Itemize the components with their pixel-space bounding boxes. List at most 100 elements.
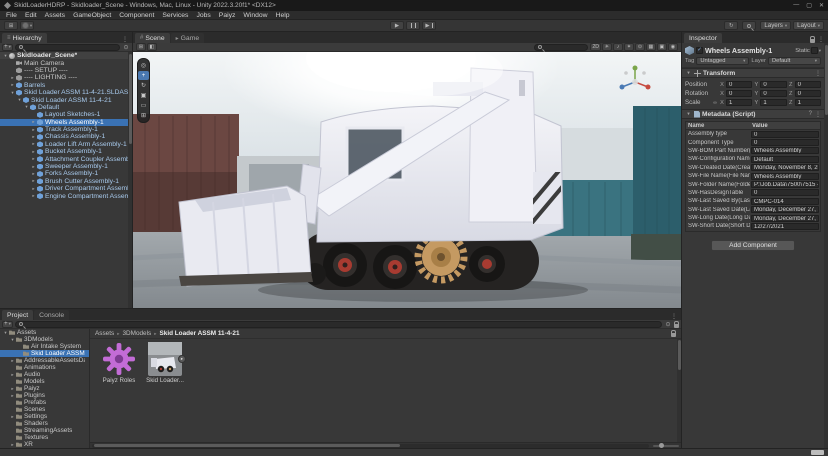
menu-gameobject[interactable]: GameObject	[69, 12, 115, 19]
expand-arrow-icon[interactable]: ▾	[2, 53, 9, 59]
layer-dropdown[interactable]: Default▾	[768, 57, 821, 65]
scene-search-input[interactable]	[534, 44, 588, 51]
expand-arrow-icon[interactable]: ▸	[30, 156, 37, 162]
tree-item[interactable]: ▸AddressableAssetsData	[0, 357, 89, 364]
tree-item[interactable]: ▸Plugins	[0, 392, 89, 399]
tree-item[interactable]: ▸Sweeper Assembly-1	[0, 163, 132, 170]
scene-viewport[interactable]: ◎+↻▣▭⊞	[133, 52, 681, 308]
lighting-toggle[interactable]: ☀	[602, 43, 612, 51]
tree-item[interactable]: ▾Skid Loader ASSM 11-4-21.SLDASM	[0, 89, 132, 96]
scale-tool[interactable]: ▣	[138, 91, 149, 100]
tree-item[interactable]: ▸Chassis Assembly-1	[0, 133, 132, 140]
static-dropdown-icon[interactable]: ▾	[819, 48, 821, 54]
project-search-input[interactable]	[15, 321, 662, 328]
tree-item[interactable]: ▸Paiyz	[0, 385, 89, 392]
create-dropdown[interactable]: +▾	[2, 44, 13, 51]
menu-help[interactable]: Help	[272, 12, 294, 19]
metadata-value-field[interactable]: Wheels Assembly	[751, 173, 819, 180]
tree-item[interactable]: ▸Wheels Assembly-1	[0, 119, 132, 126]
position-z-field[interactable]: 0	[795, 81, 821, 88]
tree-item[interactable]: ▸Settings	[0, 413, 89, 420]
metadata-value-field[interactable]: CMPC-014	[751, 198, 819, 205]
rotation-y-field[interactable]: 0	[760, 90, 786, 97]
metadata-value-field[interactable]: P:\Job.Data\7500\7515 - L	[751, 181, 819, 188]
scale-y-field[interactable]: 1	[760, 99, 786, 106]
menu-window[interactable]: Window	[239, 12, 271, 19]
rotation-x-field[interactable]: 0	[726, 90, 752, 97]
kebab-icon[interactable]: ⋮	[818, 36, 824, 43]
gizmos-dropdown[interactable]: ◉	[668, 43, 678, 51]
menu-file[interactable]: File	[2, 12, 21, 19]
undo-history-icon[interactable]: ↻	[724, 21, 738, 30]
transform-tool[interactable]: ⊞	[138, 111, 149, 120]
view-tool[interactable]: ◎	[138, 61, 149, 70]
account-button[interactable]: ▾	[20, 21, 34, 30]
expand-arrow-icon[interactable]: ▸	[30, 141, 37, 147]
expand-arrow-icon[interactable]: ▸	[30, 127, 37, 133]
menu-services[interactable]: Services	[158, 12, 192, 19]
grid-toggle[interactable]: ▦	[646, 43, 656, 51]
expand-arrow-icon[interactable]: ▾	[9, 337, 16, 343]
tree-item[interactable]: ▾Skidloader_Scene*	[0, 52, 132, 59]
tree-item[interactable]: ---- SETUP ----	[0, 67, 132, 74]
expand-arrow-icon[interactable]: ▸	[9, 82, 16, 88]
maximize-button[interactable]: ▢	[806, 2, 812, 9]
tree-item[interactable]: Layout Sketches-1	[0, 111, 132, 118]
help-icon[interactable]: ?	[809, 111, 812, 118]
tree-item[interactable]: ▸Track Assembly-1	[0, 126, 132, 133]
metadata-value-field[interactable]: Default	[751, 156, 819, 163]
thumbnail-size-slider[interactable]	[653, 445, 679, 447]
tree-item[interactable]: ▸XR	[0, 441, 89, 448]
expand-arrow-icon[interactable]: ▾	[2, 330, 9, 336]
metadata-value-field[interactable]: Monday, November 8, 202	[751, 164, 819, 171]
scene-visibility-toggle[interactable]: ⊙	[635, 43, 645, 51]
step-button[interactable]: ▶	[422, 21, 436, 30]
tree-item[interactable]: Shaders	[0, 420, 89, 427]
layout-dropdown[interactable]: Layout▾	[793, 21, 824, 30]
expand-arrow-icon[interactable]: ▾	[23, 104, 30, 110]
expand-arrow-icon[interactable]: ▸	[9, 75, 16, 81]
tree-item[interactable]: ▾Assets	[0, 329, 89, 336]
rotate-tool[interactable]: ↻	[138, 81, 149, 90]
tab-game[interactable]: ▸Game	[171, 33, 205, 43]
scale-x-field[interactable]: 1	[726, 99, 752, 106]
hierarchy-search-input[interactable]	[15, 44, 120, 51]
expand-arrow-icon[interactable]: ▾	[9, 90, 16, 96]
tree-item[interactable]: ▾Skid Loader ASSM 11-4-21	[0, 96, 132, 103]
tree-item[interactable]: Air Intake System	[0, 343, 89, 350]
breadcrumb-segment[interactable]: Assets	[95, 330, 114, 337]
tree-item[interactable]: ▾Default	[0, 104, 132, 111]
expand-arrow-icon[interactable]: ▸	[9, 386, 16, 392]
breadcrumb-segment[interactable]: Skid Loader ASSM 11-4-21	[160, 330, 240, 337]
tab-inspector[interactable]: Inspector	[684, 33, 722, 43]
metadata-value-field[interactable]: Monday, December 27, 20	[751, 215, 819, 222]
metadata-value-field[interactable]: 0	[751, 189, 819, 196]
foldout-arrow-icon[interactable]: ▾	[685, 111, 692, 117]
rotation-z-field[interactable]: 0	[795, 90, 821, 97]
hierarchy-scrollbar[interactable]	[128, 52, 132, 308]
expand-arrow-icon[interactable]: ▸	[30, 171, 37, 177]
menu-edit[interactable]: Edit	[21, 12, 41, 19]
kebab-icon[interactable]: ⋮	[122, 36, 128, 43]
expand-arrow-icon[interactable]: ▸	[30, 186, 37, 192]
asset-skid-loader-model[interactable]: ▸ Skid Loader...	[142, 342, 188, 384]
pause-button[interactable]	[406, 21, 420, 30]
expand-arrow-icon[interactable]: ▸	[9, 393, 16, 399]
metadata-value-field[interactable]: 0	[751, 139, 819, 146]
expand-arrow-icon[interactable]: ▸	[30, 178, 37, 184]
gameobject-name[interactable]: Wheels Assembly-1	[705, 46, 793, 55]
metadata-component-header[interactable]: ▾ Metadata (Script) ?⋮	[682, 109, 824, 119]
layers-dropdown[interactable]: Layers▾	[760, 21, 791, 30]
tab-console[interactable]: Console	[34, 310, 69, 320]
expand-arrow-icon[interactable]: ▸	[30, 193, 37, 199]
shading-dropdown[interactable]: ◧	[147, 43, 157, 51]
tree-item[interactable]: Animations	[0, 364, 89, 371]
2d-toggle[interactable]: 2D	[590, 43, 601, 51]
scene-visibility-eye-icon[interactable]: ⊙	[122, 44, 130, 51]
effects-toggle[interactable]: ✶	[624, 43, 634, 51]
grid-menu-icon[interactable]: ⊞	[4, 21, 18, 30]
draw-mode-dropdown[interactable]: ⊞	[136, 43, 146, 51]
tree-item[interactable]: Scenes	[0, 406, 89, 413]
tree-item[interactable]: ▸Driver Compartment Assembly-1	[0, 185, 132, 192]
inspector-scrollbar[interactable]	[824, 43, 828, 448]
